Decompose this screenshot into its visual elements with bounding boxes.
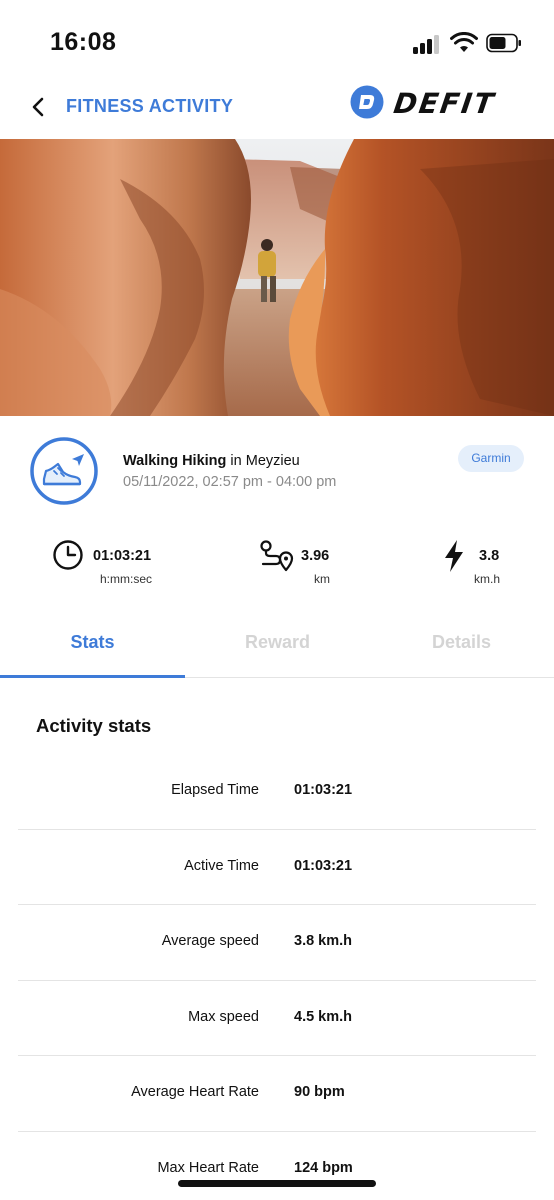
signal-icon xyxy=(413,34,441,54)
source-badge: Garmin xyxy=(458,445,524,472)
stat-value: 3.8 km.h xyxy=(294,933,353,949)
summary-duration-unit: h:mm:sec xyxy=(100,572,153,586)
tab-details[interactable]: Details xyxy=(369,605,554,678)
section-title: Activity stats xyxy=(36,715,152,736)
stat-value: 90 bpm xyxy=(294,1084,345,1100)
wifi-icon xyxy=(450,32,478,52)
summary-distance: 3.96 km xyxy=(258,537,348,597)
summary-speed: 3.8 km.h xyxy=(443,537,523,597)
stat-row-elapsed-time: Elapsed Time 01:03:21 xyxy=(18,754,536,830)
page-title: FITNESS ACTIVITY xyxy=(66,96,234,116)
summary-distance-unit: km xyxy=(314,572,330,586)
defit-logo xyxy=(350,85,384,119)
stat-value: 4.5 km.h xyxy=(294,1008,353,1025)
stat-value: 01:03:21 xyxy=(294,857,353,874)
status-time: 16:08 xyxy=(50,28,117,56)
activity-type: Walking Hiking xyxy=(123,453,227,469)
battery-icon xyxy=(486,33,521,53)
activity-location: Meyzieu xyxy=(245,453,300,469)
tab-stats[interactable]: Stats xyxy=(0,605,185,678)
summary-speed-value: 3.8 xyxy=(479,548,500,564)
stat-value: 124 bpm xyxy=(294,1159,353,1176)
stat-row-average-speed: Average speed 3.8 km.h xyxy=(18,905,536,981)
stat-label: Active Time xyxy=(184,857,259,874)
activity-title: Walking Hiking in Meyzieu xyxy=(123,453,300,469)
clock-icon xyxy=(53,540,83,570)
app-header: FITNESS ACTIVITY DEFIT xyxy=(0,80,554,138)
stat-label: Max Heart Rate xyxy=(157,1159,259,1176)
stat-row-active-time: Active Time 01:03:21 xyxy=(18,830,536,905)
activity-info: Walking Hiking in Meyzieu 05/11/2022, 02… xyxy=(0,416,554,521)
lightning-icon xyxy=(445,540,463,572)
summary-duration-value: 01:03:21 xyxy=(93,548,152,564)
stat-label: Max speed xyxy=(188,1008,259,1025)
active-tab-indicator xyxy=(0,675,185,678)
stat-row-max-speed: Max speed 4.5 km.h xyxy=(18,981,536,1056)
status-bar: 16:08 xyxy=(0,0,554,80)
canyon-hiker-photo xyxy=(0,139,554,416)
brand: DEFIT xyxy=(348,83,538,127)
home-indicator[interactable] xyxy=(178,1180,376,1187)
stat-row-average-heart-rate: Average Heart Rate 90 bpm xyxy=(18,1056,536,1132)
summary-speed-unit: km.h xyxy=(474,572,501,586)
chevron-left-icon[interactable] xyxy=(24,92,54,122)
tab-bar: Stats Reward Details xyxy=(0,605,554,678)
stat-row-max-heart-rate: Max Heart Rate 124 bpm xyxy=(18,1132,536,1200)
summary-duration: 01:03:21 h:mm:sec xyxy=(52,537,172,597)
brand-name: DEFIT xyxy=(391,87,498,120)
location-prefix: in xyxy=(230,453,242,469)
stat-label: Average speed xyxy=(161,933,259,949)
stat-value: 01:03:21 xyxy=(294,782,353,798)
hiking-shoe-icon xyxy=(30,437,98,505)
activity-date-range: 05/11/2022, 02:57 pm - 04:00 pm xyxy=(123,474,337,490)
stats-list: Elapsed Time 01:03:21 Active Time 01:03:… xyxy=(18,754,536,1200)
stat-label: Elapsed Time xyxy=(171,782,259,798)
tab-reward[interactable]: Reward xyxy=(185,605,370,678)
stat-label: Average Heart Rate xyxy=(131,1084,259,1100)
route-icon xyxy=(260,540,294,572)
summary-distance-value: 3.96 xyxy=(301,548,330,564)
activity-summary: 01:03:21 h:mm:sec 3.96 km 3.8 km.h xyxy=(0,521,554,605)
